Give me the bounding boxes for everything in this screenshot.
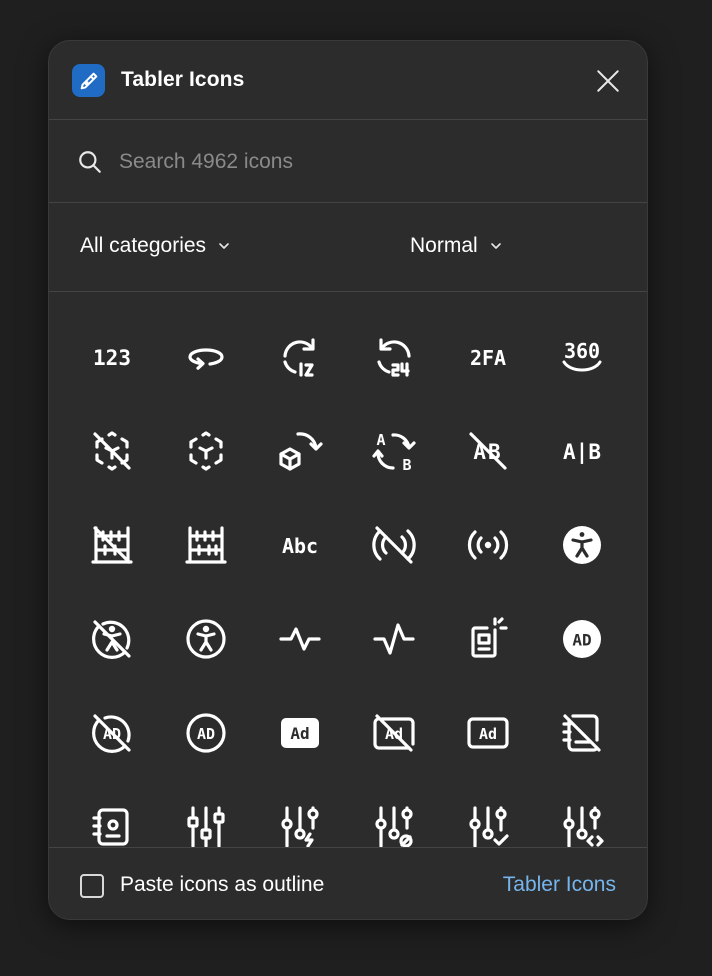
a-b-2-icon[interactable]: A B (364, 421, 424, 481)
abacus-off-icon[interactable] (82, 515, 142, 575)
access-point-off-icon[interactable] (364, 515, 424, 575)
svg-text:360: 360 (564, 339, 600, 363)
filter-row: All categories Normal (49, 204, 647, 292)
svg-text:B: B (402, 456, 411, 474)
adjustments-bolt-icon[interactable] (270, 797, 330, 847)
search-icon (79, 151, 101, 173)
category-dropdown-label: All categories (80, 234, 207, 257)
address-book-icon[interactable] (82, 797, 142, 847)
search-row (49, 121, 647, 203)
ad-circle-off-icon[interactable]: AD (82, 703, 142, 763)
adjustments-cancel-icon[interactable] (364, 797, 424, 847)
a-b-off-icon[interactable]: AB (458, 421, 518, 481)
3d-cube-sphere-icon[interactable] (176, 421, 236, 481)
accessible-off-icon[interactable] (82, 609, 142, 669)
paste-outline-checkbox[interactable] (80, 874, 104, 898)
style-dropdown-label: Normal (410, 234, 478, 257)
style-dropdown[interactable]: Normal (410, 234, 504, 258)
adjustments-code-icon[interactable] (552, 797, 612, 847)
ad-circle-filled-icon[interactable]: AD (552, 609, 612, 669)
svg-text:AD: AD (197, 725, 215, 743)
abc-icon[interactable]: Abc (270, 515, 330, 575)
plugin-panel: Tabler Icons All categories Normal 123 (48, 40, 648, 920)
close-button[interactable] (592, 65, 624, 97)
title-bar: Tabler Icons (49, 41, 647, 120)
3d-rotate-icon[interactable] (270, 421, 330, 481)
clock-rotate-24-icon[interactable] (364, 327, 424, 387)
2fa-icon[interactable]: 2FA (458, 327, 518, 387)
svg-text:A: A (376, 431, 385, 449)
pen-nib-icon (72, 64, 105, 97)
ad-filled-icon[interactable]: Ad (270, 703, 330, 763)
ad-off-icon[interactable]: Ad (364, 703, 424, 763)
svg-text:Ad: Ad (290, 724, 309, 743)
ad-2-icon[interactable] (458, 609, 518, 669)
svg-text:123: 123 (93, 346, 131, 370)
accessible-icon[interactable] (176, 609, 236, 669)
svg-text:Abc: Abc (282, 534, 318, 558)
adjustments-check-icon[interactable] (458, 797, 518, 847)
close-icon (597, 70, 619, 92)
abacus-icon[interactable] (176, 515, 236, 575)
app-title: Tabler Icons (121, 68, 245, 91)
123-icon[interactable]: 123 (82, 327, 142, 387)
chevron-down-icon (219, 243, 229, 249)
paste-outline-label[interactable]: Paste icons as outline (120, 873, 324, 897)
tabler-icons-link[interactable]: Tabler Icons (503, 873, 616, 897)
search-input[interactable] (119, 141, 619, 183)
chevron-down-icon (490, 243, 501, 249)
category-dropdown[interactable]: All categories (80, 234, 232, 258)
3d-cube-sphere-off-icon[interactable] (82, 421, 142, 481)
ad-icon[interactable]: Ad (458, 703, 518, 763)
svg-text:Ad: Ad (479, 725, 497, 743)
icon-grid: 123 2FA 360 A B AB A|B Abc AD AD AD Ad A… (49, 293, 647, 847)
svg-text:2FA: 2FA (470, 346, 506, 370)
360-rotate-icon[interactable] (176, 327, 236, 387)
footer: Paste icons as outline Tabler Icons (49, 847, 647, 919)
access-point-icon[interactable] (458, 515, 518, 575)
activity-heartbeat-icon[interactable] (270, 609, 330, 669)
adjustments-alt-icon[interactable] (176, 797, 236, 847)
ad-circle-icon[interactable]: AD (176, 703, 236, 763)
clock-rotate-12-icon[interactable] (270, 327, 330, 387)
a-b-icon[interactable]: A|B (552, 421, 612, 481)
360-view-icon[interactable]: 360 (552, 327, 612, 387)
svg-text:A|B: A|B (563, 440, 601, 465)
svg-text:AD: AD (572, 631, 591, 650)
address-book-off-icon[interactable] (552, 703, 612, 763)
accessible-filled-icon[interactable] (552, 515, 612, 575)
activity-icon[interactable] (364, 609, 424, 669)
